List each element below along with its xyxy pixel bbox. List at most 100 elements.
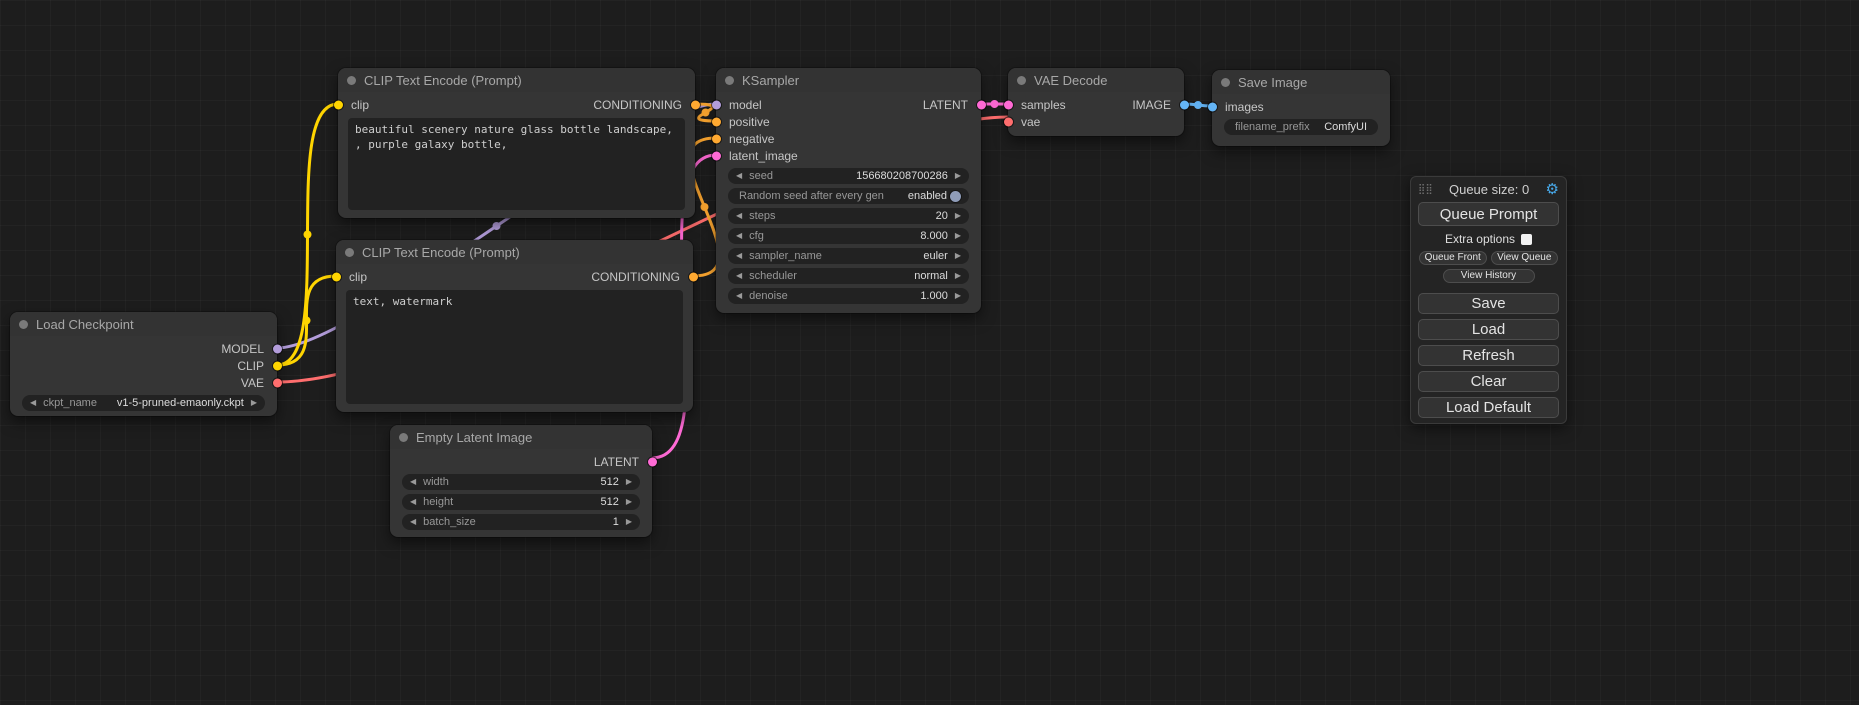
samples-input-slot[interactable] bbox=[1004, 100, 1013, 109]
node-clip-text-encode-positive[interactable]: CLIP Text Encode (Prompt) clip CONDITION… bbox=[338, 68, 695, 218]
view-queue-button[interactable]: View Queue bbox=[1491, 251, 1559, 265]
collapse-dot[interactable] bbox=[399, 433, 408, 442]
increment-arrow-icon[interactable]: ▶ bbox=[626, 518, 632, 526]
latent-output-slot[interactable] bbox=[648, 457, 657, 466]
sampler-name-widget[interactable]: ◀ sampler_name euler ▶ bbox=[728, 248, 969, 264]
link-midpoint-dot[interactable] bbox=[702, 109, 710, 117]
node-header[interactable]: CLIP Text Encode (Prompt) bbox=[336, 240, 693, 264]
increment-arrow-icon[interactable]: ▶ bbox=[955, 212, 961, 220]
increment-arrow-icon[interactable]: ▶ bbox=[955, 232, 961, 240]
positive-input-slot[interactable] bbox=[712, 117, 721, 126]
slot-row: latent_image bbox=[716, 147, 981, 164]
random-seed-toggle-widget[interactable]: Random seed after every gen enabled bbox=[728, 188, 969, 204]
slot-row: clip CONDITIONING bbox=[338, 96, 695, 113]
node-empty-latent-image[interactable]: Empty Latent Image LATENT ◀ width 512 ▶ … bbox=[390, 425, 652, 537]
model-output-slot[interactable] bbox=[273, 344, 282, 353]
node-header[interactable]: Load Checkpoint bbox=[10, 312, 277, 336]
decrement-arrow-icon[interactable]: ◀ bbox=[30, 399, 36, 407]
increment-arrow-icon[interactable]: ▶ bbox=[955, 272, 961, 280]
widget-value: normal bbox=[914, 270, 948, 282]
load-button[interactable]: Load bbox=[1418, 319, 1559, 340]
increment-arrow-icon[interactable]: ▶ bbox=[955, 292, 961, 300]
positive-prompt-textarea[interactable]: beautiful scenery nature glass bottle la… bbox=[348, 118, 685, 210]
node-vae-decode[interactable]: VAE Decode samples IMAGE vae bbox=[1008, 68, 1184, 136]
increment-arrow-icon[interactable]: ▶ bbox=[626, 478, 632, 486]
negative-prompt-textarea[interactable]: text, watermark bbox=[346, 290, 683, 404]
refresh-button[interactable]: Refresh bbox=[1418, 345, 1559, 366]
decrement-arrow-icon[interactable]: ◀ bbox=[736, 172, 742, 180]
decrement-arrow-icon[interactable]: ◀ bbox=[736, 212, 742, 220]
negative-input-slot[interactable] bbox=[712, 134, 721, 143]
node-save-image[interactable]: Save Image images filename_prefix ComfyU… bbox=[1212, 70, 1390, 146]
decrement-arrow-icon[interactable]: ◀ bbox=[736, 252, 742, 260]
view-history-button[interactable]: View History bbox=[1443, 269, 1535, 283]
collapse-dot[interactable] bbox=[345, 248, 354, 257]
save-button[interactable]: Save bbox=[1418, 293, 1559, 314]
slot-row: samples IMAGE bbox=[1008, 96, 1184, 113]
images-input-slot[interactable] bbox=[1208, 102, 1217, 111]
decrement-arrow-icon[interactable]: ◀ bbox=[410, 498, 416, 506]
link-midpoint-dot[interactable] bbox=[1194, 101, 1202, 109]
link-midpoint-dot[interactable] bbox=[991, 100, 999, 108]
decrement-arrow-icon[interactable]: ◀ bbox=[736, 272, 742, 280]
output-slot-label: VAE bbox=[241, 376, 264, 390]
clip-output-slot[interactable] bbox=[273, 361, 282, 370]
queue-prompt-button[interactable]: Queue Prompt bbox=[1418, 202, 1559, 226]
height-widget[interactable]: ◀ height 512 ▶ bbox=[402, 494, 640, 510]
decrement-arrow-icon[interactable]: ◀ bbox=[736, 232, 742, 240]
model-input-slot[interactable] bbox=[712, 100, 721, 109]
clip-input-slot[interactable] bbox=[332, 272, 341, 281]
drag-handle-icon[interactable]: ⣿⣿ bbox=[1418, 184, 1433, 195]
latent-output-slot[interactable] bbox=[977, 100, 986, 109]
denoise-widget[interactable]: ◀ denoise 1.000 ▶ bbox=[728, 288, 969, 304]
extra-options-label: Extra options bbox=[1445, 232, 1515, 246]
node-load-checkpoint[interactable]: Load Checkpoint MODEL CLIP VAE ◀ ckpt_na… bbox=[10, 312, 277, 416]
decrement-arrow-icon[interactable]: ◀ bbox=[410, 518, 416, 526]
link-midpoint-dot[interactable] bbox=[493, 222, 501, 230]
gear-icon[interactable]: ⚙ bbox=[1546, 182, 1559, 197]
decrement-arrow-icon[interactable]: ◀ bbox=[736, 292, 742, 300]
clear-button[interactable]: Clear bbox=[1418, 371, 1559, 392]
collapse-dot[interactable] bbox=[19, 320, 28, 329]
collapse-dot[interactable] bbox=[1221, 78, 1230, 87]
node-header[interactable]: Save Image bbox=[1212, 70, 1390, 94]
clip-input-slot[interactable] bbox=[334, 100, 343, 109]
input-slot-label: positive bbox=[729, 115, 770, 129]
scheduler-widget[interactable]: ◀ scheduler normal ▶ bbox=[728, 268, 969, 284]
link-midpoint-dot[interactable] bbox=[304, 231, 312, 239]
toggle-knob[interactable] bbox=[950, 191, 961, 202]
image-output-slot[interactable] bbox=[1180, 100, 1189, 109]
steps-widget[interactable]: ◀ steps 20 ▶ bbox=[728, 208, 969, 224]
collapse-dot[interactable] bbox=[347, 76, 356, 85]
load-default-button[interactable]: Load Default bbox=[1418, 397, 1559, 418]
filename-prefix-widget[interactable]: filename_prefix ComfyUI bbox=[1224, 119, 1378, 135]
latent-image-input-slot[interactable] bbox=[712, 151, 721, 160]
node-clip-text-encode-negative[interactable]: CLIP Text Encode (Prompt) clip CONDITION… bbox=[336, 240, 693, 412]
node-header[interactable]: VAE Decode bbox=[1008, 68, 1184, 92]
width-widget[interactable]: ◀ width 512 ▶ bbox=[402, 474, 640, 490]
increment-arrow-icon[interactable]: ▶ bbox=[955, 252, 961, 260]
node-header[interactable]: CLIP Text Encode (Prompt) bbox=[338, 68, 695, 92]
link-midpoint-dot[interactable] bbox=[701, 203, 709, 211]
extra-options-checkbox[interactable] bbox=[1521, 234, 1532, 245]
widget-value: 512 bbox=[600, 476, 618, 488]
conditioning-output-slot[interactable] bbox=[689, 272, 698, 281]
node-ksampler[interactable]: KSampler model LATENT positive negative … bbox=[716, 68, 981, 313]
vae-input-slot[interactable] bbox=[1004, 117, 1013, 126]
increment-arrow-icon[interactable]: ▶ bbox=[626, 498, 632, 506]
vae-output-slot[interactable] bbox=[273, 378, 282, 387]
cfg-widget[interactable]: ◀ cfg 8.000 ▶ bbox=[728, 228, 969, 244]
seed-widget[interactable]: ◀ seed 156680208700286 ▶ bbox=[728, 168, 969, 184]
collapse-dot[interactable] bbox=[725, 76, 734, 85]
conditioning-output-slot[interactable] bbox=[691, 100, 700, 109]
batch-size-widget[interactable]: ◀ batch_size 1 ▶ bbox=[402, 514, 640, 530]
ckpt-name-widget[interactable]: ◀ ckpt_name v1-5-pruned-emaonly.ckpt ▶ bbox=[22, 395, 265, 411]
node-header[interactable]: KSampler bbox=[716, 68, 981, 92]
collapse-dot[interactable] bbox=[1017, 76, 1026, 85]
link-midpoint-dot[interactable] bbox=[303, 317, 311, 325]
increment-arrow-icon[interactable]: ▶ bbox=[955, 172, 961, 180]
queue-front-button[interactable]: Queue Front bbox=[1419, 251, 1487, 265]
increment-arrow-icon[interactable]: ▶ bbox=[251, 399, 257, 407]
node-header[interactable]: Empty Latent Image bbox=[390, 425, 652, 449]
decrement-arrow-icon[interactable]: ◀ bbox=[410, 478, 416, 486]
